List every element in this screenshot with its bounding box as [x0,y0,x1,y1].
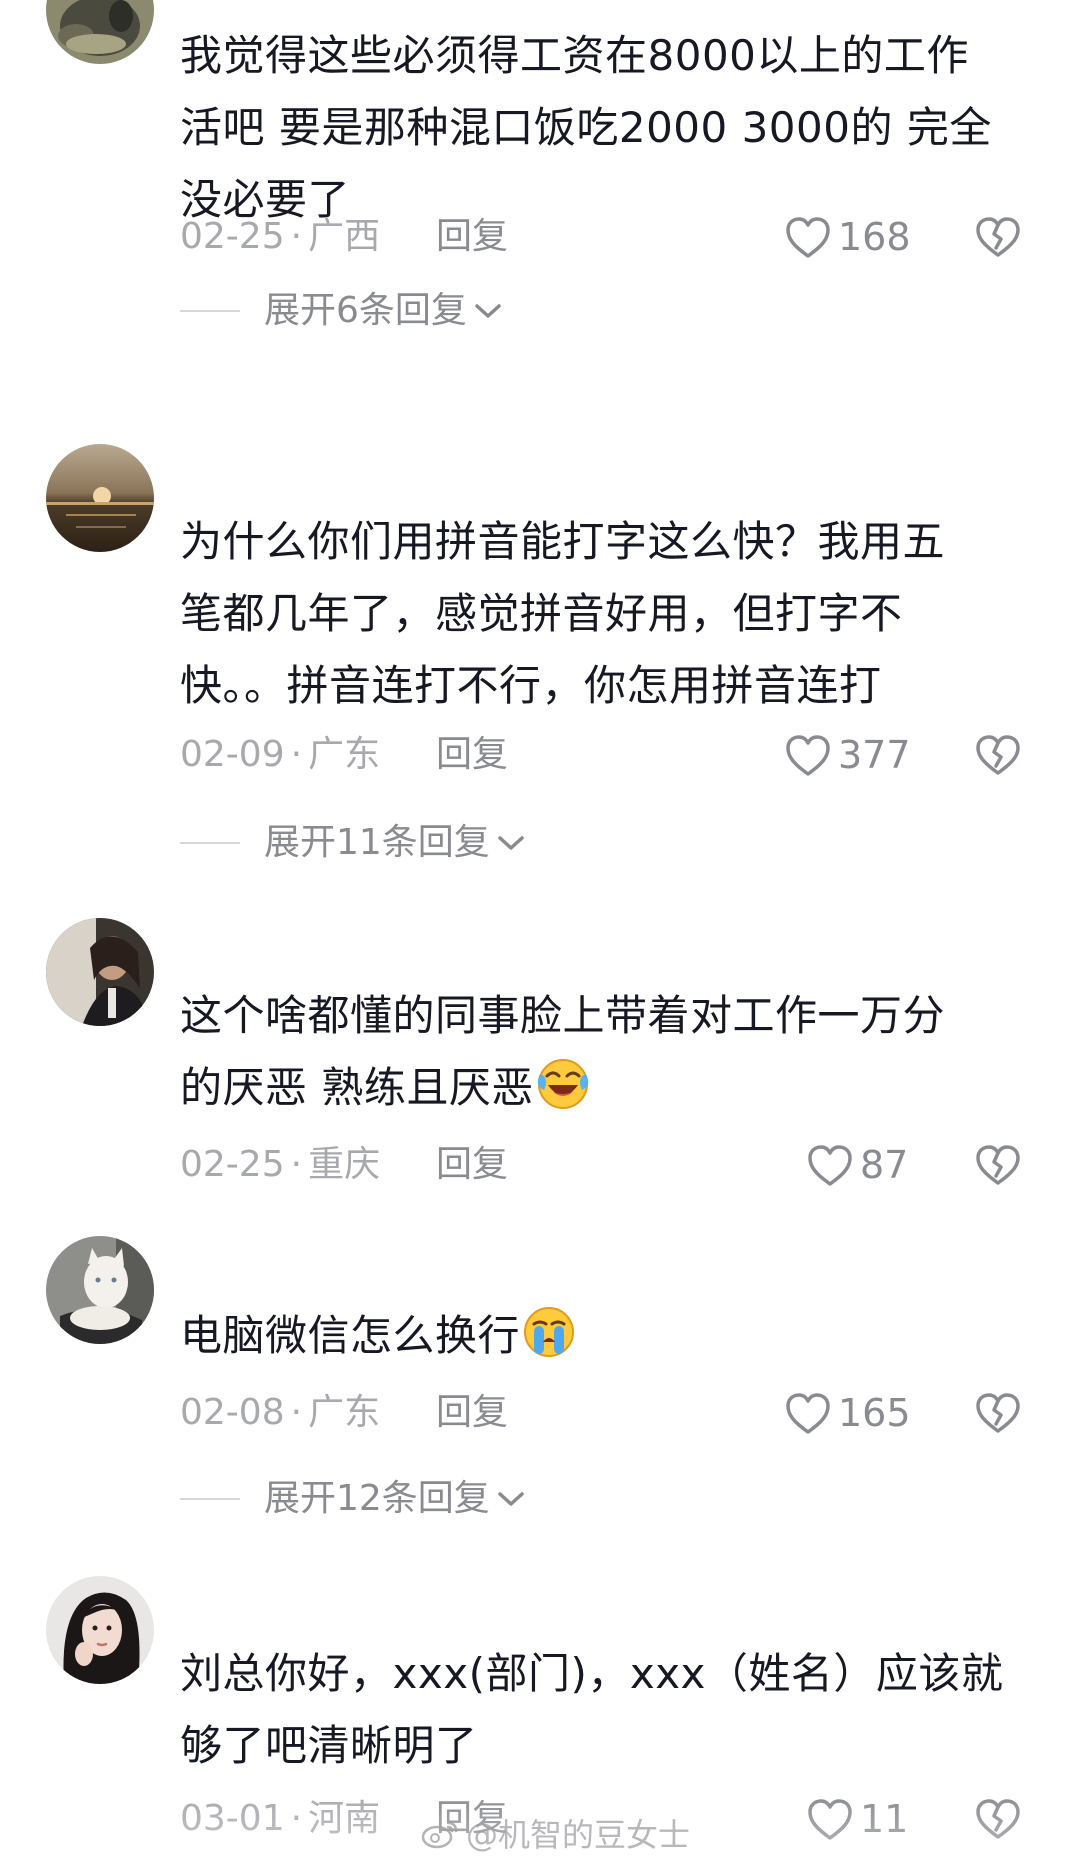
meta-separator: · [290,734,303,775]
expand-replies-button[interactable]: 展开11条回复 [180,818,526,868]
broken-heart-icon [976,1145,1020,1185]
chevron-down-icon [498,836,524,850]
like-count: 377 [838,733,911,777]
reply-button[interactable]: 回复 [436,212,508,262]
comment-text-fragment: 电脑微信怎么换行 [180,1311,521,1360]
comment-meta: 02-09 · 广东 [180,730,380,780]
meta-separator: · [290,216,303,257]
comment-date: 02-09 [180,734,285,775]
comment-text-line: 活吧 要是那种混口饭吃2000 3000的 完全 [180,103,992,152]
watermark-text: @机智的豆女士 [466,1816,691,1854]
divider [180,1498,240,1500]
like-button[interactable]: 87 [806,1140,908,1190]
expand-replies-label: 展开12条回复 [264,1478,490,1519]
comment-date: 02-25 [180,216,285,257]
expand-replies-label: 展开6条回复 [264,290,467,331]
comment-text: 为什么你们用拼音能打字这么快？我用五 笔都几年了，感觉拼音好用，但打字不 快。。… [180,506,1040,722]
heart-outline-icon [786,217,830,258]
comment-location: 重庆 [308,1144,381,1185]
watermark: @机智的豆女士 [420,1808,690,1858]
like-button[interactable]: 165 [784,1388,911,1438]
comment-meta: 02-25 · 广西 [180,212,380,262]
expand-replies-button[interactable]: 展开6条回复 [180,286,503,336]
comment-text-line: 刘总你好，xxx(部门)，xxx（姓名）应该就 [180,1649,1004,1698]
like-count: 87 [860,1143,909,1187]
dislike-button[interactable] [972,730,1024,780]
comment-meta: 02-08 · 广东 [180,1388,380,1438]
chevron-down-icon [498,1492,524,1506]
comment-text-line: 为什么你们用拼音能打字这么快？我用五 [180,517,946,566]
laughing-crying-emoji [537,1059,589,1109]
comment-text: 电脑微信怎么换行 [180,1300,1040,1372]
expand-replies-button[interactable]: 展开12条回复 [180,1474,526,1524]
avatar[interactable] [46,1576,154,1684]
like-button[interactable]: 377 [784,730,911,780]
dislike-button[interactable] [972,1140,1024,1190]
comment-text-fragment: 的厌恶 熟练且厌恶 [180,1063,534,1112]
comment-text-line: 这个啥都懂的同事脸上带着对工作一万分 [180,991,946,1040]
avatar[interactable] [46,0,154,64]
like-count: 168 [838,215,911,259]
comment-date: 02-25 [180,1144,285,1185]
comment-text: 刘总你好，xxx(部门)，xxx（姓名）应该就 够了吧清晰明了 [180,1638,1040,1782]
divider [180,310,240,312]
divider [180,842,240,844]
reply-button[interactable]: 回复 [436,1388,508,1438]
comment-location: 广西 [308,216,381,257]
comment-text-line: 我觉得这些必须得工资在8000以上的工作 [180,31,969,80]
comment-meta: 02-25 · 重庆 [180,1140,380,1190]
weibo-logo-icon [421,1821,458,1849]
expand-replies-label: 展开11条回复 [264,822,490,863]
comment-text-line: 快。。拼音连打不行，你怎用拼音连打 [180,661,882,710]
meta-separator: · [290,1392,303,1433]
like-count: 165 [838,1391,911,1435]
comment-location: 广东 [308,734,381,775]
comment-text-line: 的厌恶 熟练且厌恶 [180,1052,1040,1124]
avatar[interactable] [46,444,154,552]
comment-date: 02-08 [180,1392,285,1433]
heart-outline-icon [786,1393,830,1434]
heart-outline-icon [786,735,830,776]
heart-outline-icon [808,1145,852,1186]
dislike-button[interactable] [972,212,1024,262]
crying-emoji [524,1307,575,1357]
broken-heart-icon [976,735,1020,775]
comment-location: 广东 [308,1392,381,1433]
comment-text: 这个啥都懂的同事脸上带着对工作一万分 的厌恶 熟练且厌恶 [180,980,1040,1124]
dislike-button[interactable] [972,1388,1024,1438]
broken-heart-icon [976,1393,1020,1433]
avatar[interactable] [46,918,154,1026]
reply-button[interactable]: 回复 [436,1140,508,1190]
comment-text: 我觉得这些必须得工资在8000以上的工作 活吧 要是那种混口饭吃2000 300… [180,20,1040,236]
meta-separator: · [290,1144,303,1185]
comment-text-line: 笔都几年了，感觉拼音好用，但打字不 [180,589,903,638]
comment-text-line: 够了吧清晰明了 [180,1721,478,1770]
comment-text-line: 电脑微信怎么换行 [180,1300,1040,1372]
reply-button[interactable]: 回复 [436,730,508,780]
like-button[interactable]: 168 [784,212,911,262]
chevron-down-icon [475,304,501,318]
broken-heart-icon [976,217,1020,257]
avatar[interactable] [46,1236,154,1344]
